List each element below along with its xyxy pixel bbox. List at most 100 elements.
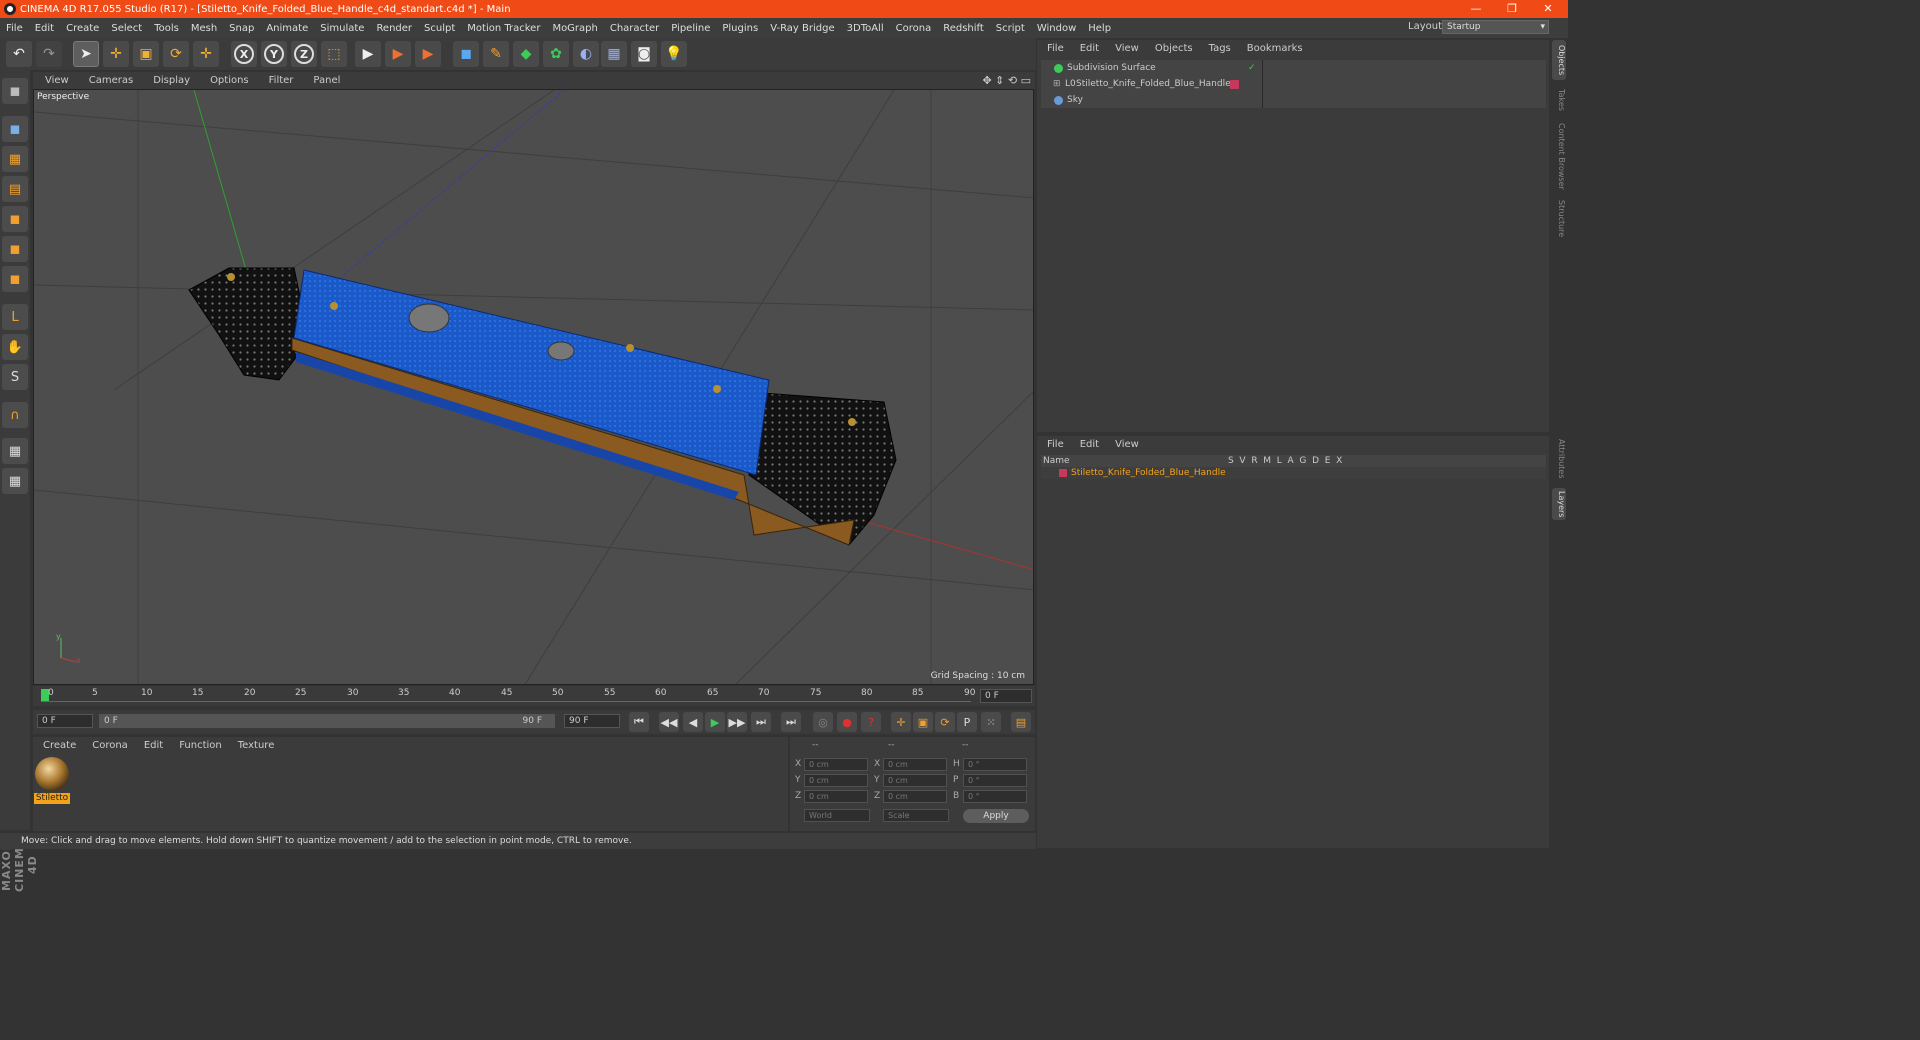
- previous-frame-button[interactable]: ◀: [683, 712, 703, 732]
- scale-tool-button[interactable]: ▣: [133, 41, 159, 67]
- autokey-button[interactable]: ●: [837, 712, 857, 732]
- menu-animate[interactable]: Animate: [266, 23, 308, 34]
- menu-motion-tracker[interactable]: Motion Tracker: [467, 23, 540, 34]
- tab-structure[interactable]: Structure: [1552, 198, 1566, 240]
- z-axis-lock-button[interactable]: Z: [291, 41, 317, 67]
- rotation-p-field[interactable]: 0 °: [963, 774, 1027, 787]
- size-z-field[interactable]: 0 cm: [883, 790, 947, 803]
- cube-object-button[interactable]: ◼: [453, 41, 479, 67]
- position-z-field[interactable]: 0 cm: [804, 790, 868, 803]
- layer-color-swatch[interactable]: [1059, 469, 1067, 477]
- key-pla-button[interactable]: ⁙: [981, 712, 1001, 732]
- y-axis-lock-button[interactable]: Y: [261, 41, 287, 67]
- lock-workplane-button[interactable]: ▦: [2, 438, 28, 464]
- coordinate-system-button[interactable]: ⬚: [321, 41, 347, 67]
- restore-button[interactable]: ❐: [1494, 0, 1530, 18]
- menu-render[interactable]: Render: [376, 23, 412, 34]
- om-menu-bookmarks[interactable]: Bookmarks: [1247, 43, 1303, 54]
- deformer-button[interactable]: ◐: [573, 41, 599, 67]
- position-x-field[interactable]: 0 cm: [804, 758, 868, 771]
- key-parameter-button[interactable]: P: [957, 712, 977, 732]
- workplane-button[interactable]: ▤: [2, 176, 28, 202]
- previous-key-button[interactable]: ◀◀: [659, 712, 679, 732]
- tab-layers[interactable]: Layers: [1552, 488, 1566, 520]
- menu-edit[interactable]: Edit: [35, 23, 54, 34]
- redo-button[interactable]: ↷: [36, 41, 62, 67]
- viewport-menu-options[interactable]: Options: [210, 75, 249, 86]
- object-row[interactable]: ⊞ L0 Stiletto_Knife_Folded_Blue_Handle: [1041, 76, 1546, 92]
- key-position-button[interactable]: ✛: [891, 712, 911, 732]
- om-menu-edit[interactable]: Edit: [1080, 43, 1099, 54]
- lm-menu-file[interactable]: File: [1047, 439, 1064, 450]
- record-keys-button[interactable]: ◎: [813, 712, 833, 732]
- material-preview-swatch[interactable]: [35, 757, 69, 791]
- menu-tools[interactable]: Tools: [154, 23, 179, 34]
- make-editable-button[interactable]: ◼: [2, 78, 28, 104]
- menu-plugins[interactable]: Plugins: [722, 23, 758, 34]
- menu-help[interactable]: Help: [1088, 23, 1111, 34]
- render-view-button[interactable]: ▶: [355, 41, 381, 67]
- edges-mode-button[interactable]: ◼: [2, 236, 28, 262]
- select-tool-button[interactable]: ➤: [73, 41, 99, 67]
- timeline-window-button[interactable]: ▤: [1011, 712, 1031, 732]
- menu-select[interactable]: Select: [111, 23, 142, 34]
- viewport-menu-display[interactable]: Display: [153, 75, 190, 86]
- menu-mograph[interactable]: MoGraph: [552, 23, 597, 34]
- om-menu-view[interactable]: View: [1115, 43, 1139, 54]
- stiletto-knife-model[interactable]: [188, 267, 897, 546]
- material-menu-corona[interactable]: Corona: [92, 740, 128, 751]
- material-menu-create[interactable]: Create: [43, 740, 76, 751]
- menu-vray-bridge[interactable]: V-Ray Bridge: [770, 23, 834, 34]
- perspective-viewport[interactable]: y x Perspective Grid Spacing : 10 cm: [33, 89, 1034, 685]
- polygons-mode-button[interactable]: ◼: [2, 266, 28, 292]
- snap-button[interactable]: ∩: [2, 402, 28, 428]
- current-frame-field[interactable]: 0 F: [980, 689, 1032, 703]
- coordinate-space-dropdown[interactable]: World: [804, 809, 870, 822]
- layout-dropdown[interactable]: Startup ▾: [1442, 20, 1549, 34]
- size-mode-dropdown[interactable]: Scale: [883, 809, 949, 822]
- pen-spline-button[interactable]: ✎: [483, 41, 509, 67]
- render-settings-button[interactable]: ▶: [415, 41, 441, 67]
- light-button[interactable]: 💡: [661, 41, 687, 67]
- key-rotation-button[interactable]: ⟳: [935, 712, 955, 732]
- om-menu-objects[interactable]: Objects: [1155, 43, 1193, 54]
- material-menu-texture[interactable]: Texture: [238, 740, 275, 751]
- close-button[interactable]: ✕: [1530, 0, 1566, 18]
- rotation-h-field[interactable]: 0 °: [963, 758, 1027, 771]
- tab-attributes[interactable]: Attributes: [1552, 436, 1566, 482]
- tweak-mode-button[interactable]: ✋: [2, 334, 28, 360]
- model-mode-button[interactable]: ◼: [2, 116, 28, 142]
- material-name-label[interactable]: Stiletto: [34, 793, 70, 804]
- rotation-b-field[interactable]: 0 °: [963, 790, 1027, 803]
- menu-window[interactable]: Window: [1037, 23, 1076, 34]
- tab-takes[interactable]: Takes: [1552, 86, 1566, 114]
- lm-menu-view[interactable]: View: [1115, 439, 1139, 450]
- render-picture-viewer-button[interactable]: ▶: [385, 41, 411, 67]
- material-menu-function[interactable]: Function: [179, 740, 222, 751]
- menu-character[interactable]: Character: [610, 23, 659, 34]
- array-button[interactable]: ✿: [543, 41, 569, 67]
- go-to-end-button[interactable]: ⏭: [781, 712, 801, 732]
- play-button[interactable]: ▶: [705, 712, 725, 732]
- menu-mesh[interactable]: Mesh: [191, 23, 217, 34]
- menu-sculpt[interactable]: Sculpt: [424, 23, 455, 34]
- size-x-field[interactable]: 0 cm: [883, 758, 947, 771]
- next-frame-button[interactable]: ▶▶: [727, 712, 747, 732]
- move-tool-button[interactable]: ✛: [103, 41, 129, 67]
- viewport-nav-icons[interactable]: ✥ ⇕ ⟲ ▭: [982, 74, 1031, 87]
- subdivision-surface-button[interactable]: ◆: [513, 41, 539, 67]
- menu-3dtoall[interactable]: 3DToAll: [847, 23, 884, 34]
- start-frame-field[interactable]: 0 F: [37, 714, 93, 728]
- viewport-menu-view[interactable]: View: [45, 75, 69, 86]
- planar-workplane-button[interactable]: ▦: [2, 468, 28, 494]
- x-axis-lock-button[interactable]: X: [231, 41, 257, 67]
- keyframe-selection-button[interactable]: ?: [861, 712, 881, 732]
- go-to-start-button[interactable]: ⏮: [629, 712, 649, 732]
- expand-icon[interactable]: ⊞: [1053, 76, 1061, 92]
- object-row[interactable]: Sky: [1041, 92, 1546, 108]
- om-menu-tags[interactable]: Tags: [1209, 43, 1231, 54]
- axis-mode-button[interactable]: L: [2, 304, 28, 330]
- next-key-button[interactable]: ⏭: [751, 712, 771, 732]
- texture-mode-button[interactable]: ▦: [2, 146, 28, 172]
- lm-menu-edit[interactable]: Edit: [1080, 439, 1099, 450]
